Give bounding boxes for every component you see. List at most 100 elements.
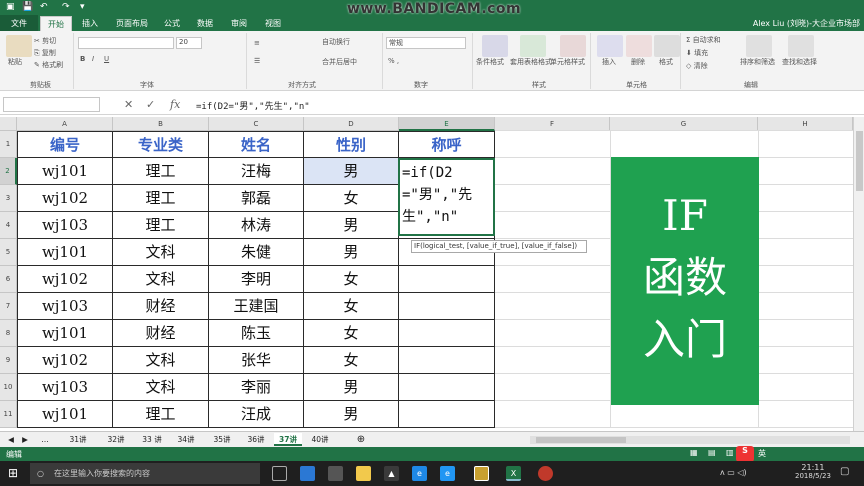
column-header-b[interactable]: B xyxy=(113,117,209,131)
table-cell-major[interactable]: 文科 xyxy=(113,374,209,401)
table-format-icon[interactable] xyxy=(520,35,546,57)
column-header-c[interactable]: C xyxy=(209,117,304,131)
insert-cells-button[interactable]: 插入 xyxy=(602,57,616,67)
excel-taskbar-icon[interactable]: X xyxy=(506,466,521,481)
number-format-select[interactable]: 常规 xyxy=(386,37,466,49)
percent-icon[interactable]: % , xyxy=(388,57,399,65)
table-cell-title[interactable] xyxy=(399,266,495,293)
table-cell-name[interactable]: 林涛 xyxy=(209,212,304,239)
clear-button[interactable]: ◇ 清除 xyxy=(686,61,708,71)
table-cell-title[interactable] xyxy=(399,293,495,320)
ie-icon[interactable]: e xyxy=(440,466,455,481)
table-cell-name[interactable]: 陈玉 xyxy=(209,320,304,347)
folder-icon[interactable] xyxy=(356,466,371,481)
sogou-icon[interactable]: S xyxy=(736,446,754,462)
table-cell-id[interactable]: wj101 xyxy=(17,239,113,266)
sheet-tab[interactable]: 37讲 xyxy=(274,433,302,446)
tab-review[interactable]: 审阅 xyxy=(231,18,247,29)
table-cell-id[interactable]: wj103 xyxy=(17,212,113,239)
sheet-tab[interactable]: 36讲 xyxy=(240,433,272,446)
conditional-format-button[interactable]: 条件格式 xyxy=(476,57,504,67)
table-cell-name[interactable]: 汪梅 xyxy=(209,158,304,185)
page-layout-icon[interactable]: ▤ xyxy=(708,448,716,457)
table-cell-gender[interactable]: 女 xyxy=(304,293,399,320)
conditional-format-icon[interactable] xyxy=(482,35,508,57)
table-cell-major[interactable]: 文科 xyxy=(113,266,209,293)
sort-filter-button[interactable]: 排序和筛选 xyxy=(740,57,775,67)
header-cell-id[interactable]: 编号 xyxy=(17,131,113,158)
binoculars-icon[interactable] xyxy=(788,35,814,57)
row-header-5[interactable]: 5 xyxy=(0,239,17,266)
row-header-4[interactable]: 4 xyxy=(0,212,17,239)
row-header-7[interactable]: 7 xyxy=(0,293,17,320)
sheet-tab[interactable]: 33 讲 xyxy=(136,433,168,446)
table-cell-id[interactable]: wj103 xyxy=(17,374,113,401)
row-header-2[interactable]: 2 xyxy=(0,158,17,185)
format-cells-button[interactable]: 格式 xyxy=(659,57,673,67)
row-header-8[interactable]: 8 xyxy=(0,320,17,347)
table-cell-gender[interactable]: 男 xyxy=(304,401,399,428)
sheet-tab[interactable]: 40讲 xyxy=(304,433,336,446)
table-cell-title[interactable] xyxy=(399,401,495,428)
tab-home[interactable]: 开始 xyxy=(40,16,72,31)
merge-center-button[interactable]: 合并后居中 xyxy=(322,57,357,67)
add-sheet-icon[interactable]: ⊕ xyxy=(354,433,368,446)
table-cell-id[interactable]: wj101 xyxy=(17,401,113,428)
table-cell-gender[interactable]: 女 xyxy=(304,320,399,347)
sheet-tab[interactable]: 35讲 xyxy=(206,433,238,446)
format-cells-icon[interactable] xyxy=(654,35,680,57)
delete-cells-button[interactable]: 删除 xyxy=(631,57,645,67)
table-cell-gender[interactable]: 男 xyxy=(304,158,399,185)
sort-filter-icon[interactable] xyxy=(746,35,772,57)
horizontal-scrollbar[interactable] xyxy=(530,436,850,444)
tray-icons[interactable]: ʌ ▭ ◁) xyxy=(720,468,747,477)
edge-icon[interactable]: e xyxy=(412,466,427,481)
paste-button[interactable]: 粘贴 xyxy=(8,57,22,67)
customize-icon[interactable]: ▾ xyxy=(80,2,85,12)
table-cell-name[interactable]: 朱健 xyxy=(209,239,304,266)
table-cell-major[interactable]: 理工 xyxy=(113,158,209,185)
table-cell-name[interactable]: 李明 xyxy=(209,266,304,293)
table-cell-id[interactable]: wj102 xyxy=(17,185,113,212)
sheet-tab[interactable]: 32讲 xyxy=(100,433,132,446)
sheet-tab[interactable]: 34讲 xyxy=(170,433,202,446)
column-header-g[interactable]: G xyxy=(610,117,758,131)
save-icon[interactable]: 💾 xyxy=(22,2,33,12)
table-cell-major[interactable]: 理工 xyxy=(113,185,209,212)
cell-styles-icon[interactable] xyxy=(560,35,586,57)
row-header-6[interactable]: 6 xyxy=(0,266,17,293)
enter-icon[interactable]: ✓ xyxy=(146,98,155,111)
active-cell-editor[interactable]: =if(D2="男","先生","n" xyxy=(398,158,495,236)
table-cell-gender[interactable]: 男 xyxy=(304,374,399,401)
table-format-button[interactable]: 套用表格格式 xyxy=(510,57,552,67)
windows-start-icon[interactable]: ⊞ xyxy=(8,466,18,480)
prev-sheet-icon[interactable]: ◀ xyxy=(6,433,16,446)
header-cell-major[interactable]: 专业类 xyxy=(113,131,209,158)
user-name[interactable]: Alex Liu (刘晓)-大企业市场部 xyxy=(753,18,860,29)
table-cell-major[interactable]: 财经 xyxy=(113,320,209,347)
vertical-scrollbar[interactable] xyxy=(853,117,864,431)
underline-icon[interactable]: U xyxy=(104,55,109,63)
header-cell-name[interactable]: 姓名 xyxy=(209,131,304,158)
table-cell-gender[interactable]: 女 xyxy=(304,185,399,212)
delete-cells-icon[interactable] xyxy=(626,35,652,57)
autosum-button[interactable]: Σ 自动求和 xyxy=(686,35,721,45)
sheet-tab[interactable]: 31讲 xyxy=(60,433,96,446)
table-cell-id[interactable]: wj101 xyxy=(17,158,113,185)
task-view-icon[interactable] xyxy=(272,466,287,481)
format-painter-button[interactable]: ✎ 格式刷 xyxy=(34,60,63,70)
undo-icon[interactable]: ↶ xyxy=(40,2,48,12)
table-cell-id[interactable]: wj102 xyxy=(17,266,113,293)
taskbar-search[interactable]: ○ 在这里输入你要搜索的内容 xyxy=(30,463,260,484)
cancel-icon[interactable]: ✕ xyxy=(124,98,133,111)
formula-input[interactable]: =if(D2="男","先生","n" xyxy=(196,99,310,112)
table-cell-name[interactable]: 李丽 xyxy=(209,374,304,401)
table-cell-name[interactable]: 王建国 xyxy=(209,293,304,320)
align-left-icon[interactable]: ☰ xyxy=(254,57,260,65)
font-size-select[interactable]: 20 xyxy=(176,37,202,49)
table-cell-id[interactable]: wj103 xyxy=(17,293,113,320)
redo-icon[interactable]: ↷ xyxy=(62,2,70,12)
row-header-9[interactable]: 9 xyxy=(0,347,17,374)
paste-icon[interactable] xyxy=(6,35,32,57)
table-cell-gender[interactable]: 男 xyxy=(304,212,399,239)
